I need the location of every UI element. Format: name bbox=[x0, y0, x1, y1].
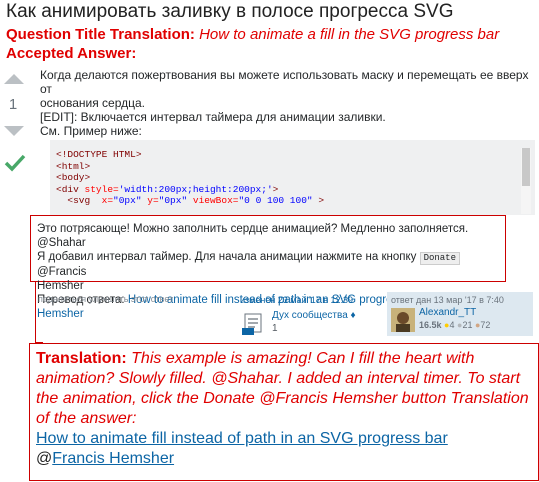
code-token: 'width:200px;height:200px;' bbox=[118, 183, 273, 195]
comment-callout: Это потрясающе! Можно заполнить сердце а… bbox=[30, 215, 506, 320]
owner-name[interactable]: Alexandr_TT bbox=[419, 307, 476, 318]
vote-score: 1 bbox=[8, 96, 18, 113]
code-scrollbar-thumb[interactable] bbox=[522, 148, 530, 186]
gold-badge-count: 4 bbox=[449, 320, 455, 330]
post-actions[interactable]: поделиться улучшить этот ответ bbox=[38, 294, 173, 304]
answered-timestamp: ответ дан 13 мар '17 в 7:40 bbox=[391, 295, 504, 305]
user-avatar[interactable] bbox=[391, 308, 415, 332]
bronze-badge-count: 72 bbox=[480, 320, 491, 330]
title-translation-label: Question Title Translation: bbox=[6, 26, 195, 43]
accepted-answer-label: Accepted Answer: bbox=[6, 45, 137, 62]
translation-mention-link[interactable]: Francis Hemsher bbox=[52, 450, 174, 467]
translation-label: Translation: bbox=[36, 350, 127, 367]
comment-line: Hemsher bbox=[37, 280, 84, 292]
downvote-arrow-icon[interactable] bbox=[4, 126, 24, 136]
upvote-arrow-icon[interactable] bbox=[4, 74, 24, 84]
answer-text-line: См. Пример ниже: bbox=[40, 124, 142, 138]
title-translation-annotation: Question Title Translation: How to anima… bbox=[6, 26, 499, 43]
comment-line: Это потрясающе! Можно заполнить сердце а… bbox=[37, 223, 469, 249]
code-line: <html> bbox=[56, 160, 91, 172]
code-token: <svg bbox=[67, 195, 91, 206]
comment-text: Я добавил интервал таймер. Для начала ан… bbox=[37, 251, 417, 263]
code-token: viewBox= bbox=[192, 195, 239, 206]
donate-kbd: Donate bbox=[419, 252, 460, 265]
comment-mention[interactable]: @Francis bbox=[37, 266, 86, 278]
translation-callout: Translation: This example is amazing! Ca… bbox=[29, 343, 539, 481]
comment-line: Я добавил интервал таймер. Для начала ан… bbox=[37, 250, 505, 279]
code-token: "0px" bbox=[113, 195, 142, 206]
title-translation-text: How to animate a fill in the SVG progres… bbox=[199, 26, 500, 43]
code-line: <!DOCTYPE HTML> bbox=[56, 149, 142, 160]
translation-answer-link[interactable]: How to animate fill instead of path in a… bbox=[36, 430, 448, 447]
code-token: style= bbox=[84, 183, 119, 195]
community-wiki-icon bbox=[242, 313, 262, 335]
editor-rep: 1 bbox=[272, 323, 278, 334]
code-snippet[interactable]: <!DOCTYPE HTML> <html> <body> <div style… bbox=[50, 140, 535, 215]
answer-text-line: Когда делаются пожертвования вы можете и… bbox=[40, 68, 529, 96]
code-line: <body> bbox=[56, 172, 91, 183]
editor-signature: изменён 23 май '17 в 12:39 Дух сообществ… bbox=[240, 295, 380, 335]
code-token: y= bbox=[147, 195, 159, 206]
owner-stats: 16.5k ●4 ●21 ●72 bbox=[419, 320, 490, 330]
answer-text-line: основания сердца. bbox=[40, 96, 146, 110]
translation-at: @ bbox=[36, 450, 53, 467]
owner-signature: ответ дан 13 мар '17 в 7:40 Alexandr_TT … bbox=[387, 292, 533, 336]
question-title[interactable]: Как анимировать заливку в полосе прогрес… bbox=[6, 1, 453, 23]
code-token: > bbox=[272, 183, 279, 195]
code-token: > bbox=[318, 195, 325, 206]
answer-body: Когда делаются пожертвования вы можете и… bbox=[40, 68, 530, 138]
code-token: "0px" bbox=[158, 195, 188, 206]
answer-text-line: [EDIT]: Включается интервал таймера для … bbox=[40, 110, 386, 124]
code-token: <div bbox=[56, 183, 79, 195]
code-token: "0 0 100 100" bbox=[238, 195, 313, 206]
code-token: x= bbox=[101, 195, 114, 206]
edited-timestamp[interactable]: изменён 23 май '17 в 12:39 bbox=[240, 295, 380, 305]
code-scrollbar[interactable] bbox=[521, 148, 531, 214]
owner-reputation: 16.5k bbox=[419, 320, 442, 330]
callout-connector bbox=[35, 282, 36, 343]
silver-badge-count: 21 bbox=[462, 320, 473, 330]
editor-name[interactable]: Дух сообщества ♦ bbox=[272, 310, 356, 321]
accepted-check-icon bbox=[4, 154, 26, 172]
